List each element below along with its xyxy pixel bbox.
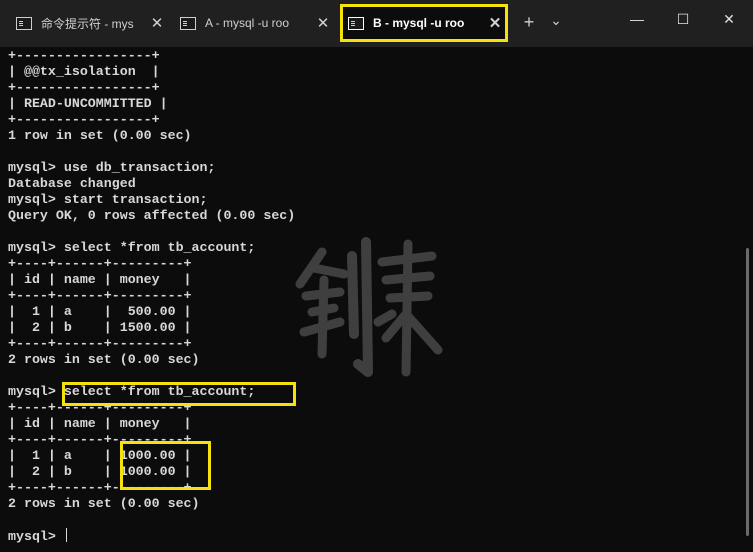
- terminal-line: mysql> use db_transaction;: [8, 160, 216, 175]
- terminal-line: +----+------+---------+: [8, 336, 192, 351]
- close-icon[interactable]: ✕: [146, 14, 168, 32]
- terminal-line: | 2 | b | 1000.00 |: [8, 464, 192, 479]
- terminal-line: +----+------+---------+: [8, 256, 192, 271]
- tab-cmd[interactable]: 命令提示符 - mys ✕: [8, 6, 168, 40]
- terminal-line: | id | name | money |: [8, 272, 192, 287]
- terminal-line: mysql> select *from tb_account;: [8, 240, 256, 255]
- terminal-line: +----+------+---------+: [8, 480, 192, 495]
- terminal-line: +-----------------+: [8, 112, 160, 127]
- terminal-line: +-----------------+: [8, 48, 160, 63]
- terminal-output[interactable]: +-----------------+ | @@tx_isolation | +--…: [8, 48, 738, 544]
- terminal-line: | 2 | b | 1500.00 |: [8, 320, 192, 335]
- tab-bar: 命令提示符 - mys ✕ A - mysql -u roo ✕ B - mys…: [0, 0, 753, 47]
- terminal-line: | READ-UNCOMMITTED |: [8, 96, 168, 111]
- text-cursor: [65, 528, 67, 542]
- terminal-line: | id | name | money |: [8, 416, 192, 431]
- tab-a[interactable]: A - mysql -u roo ✕: [172, 6, 334, 40]
- tab-label: B - mysql -u roo: [373, 16, 465, 30]
- tab-label: A - mysql -u roo: [205, 16, 290, 30]
- terminal-line: Query OK, 0 rows affected (0.00 sec): [8, 208, 296, 223]
- tab-b[interactable]: B - mysql -u roo ✕: [340, 6, 506, 40]
- tab-dropdown-button[interactable]: ⌄: [546, 8, 566, 32]
- new-tab-button[interactable]: +: [518, 10, 540, 34]
- terminal-line: | @@tx_isolation |: [8, 64, 160, 79]
- terminal-line: Database changed: [8, 176, 136, 191]
- scrollbar[interactable]: [746, 248, 749, 536]
- close-icon[interactable]: ✕: [312, 14, 334, 32]
- terminal-line: +-----------------+: [8, 80, 160, 95]
- terminal-line: | 1 | a | 500.00 |: [8, 304, 192, 319]
- close-icon[interactable]: ✕: [484, 14, 506, 32]
- terminal-line: 1 row in set (0.00 sec): [8, 128, 192, 143]
- terminal-line: mysql> select *from tb_account;: [8, 384, 256, 399]
- terminal-icon: [348, 16, 364, 30]
- tab-label: 命令提示符 - mys: [41, 16, 134, 31]
- terminal-icon: [180, 16, 196, 30]
- minimize-button[interactable]: —: [614, 4, 660, 34]
- terminal-line: 2 rows in set (0.00 sec): [8, 352, 200, 367]
- terminal-line: +----+------+---------+: [8, 288, 192, 303]
- terminal-line: +----+------+---------+: [8, 400, 192, 415]
- maximize-button[interactable]: ☐: [660, 4, 706, 34]
- terminal-line: mysql> start transaction;: [8, 192, 208, 207]
- terminal-line: 2 rows in set (0.00 sec): [8, 496, 200, 511]
- close-window-button[interactable]: ✕: [706, 4, 752, 34]
- terminal-line: | 1 | a | 1000.00 |: [8, 448, 192, 463]
- terminal-line: +----+------+---------+: [8, 432, 192, 447]
- terminal-icon: [16, 16, 32, 30]
- terminal-line: mysql>: [8, 528, 738, 544]
